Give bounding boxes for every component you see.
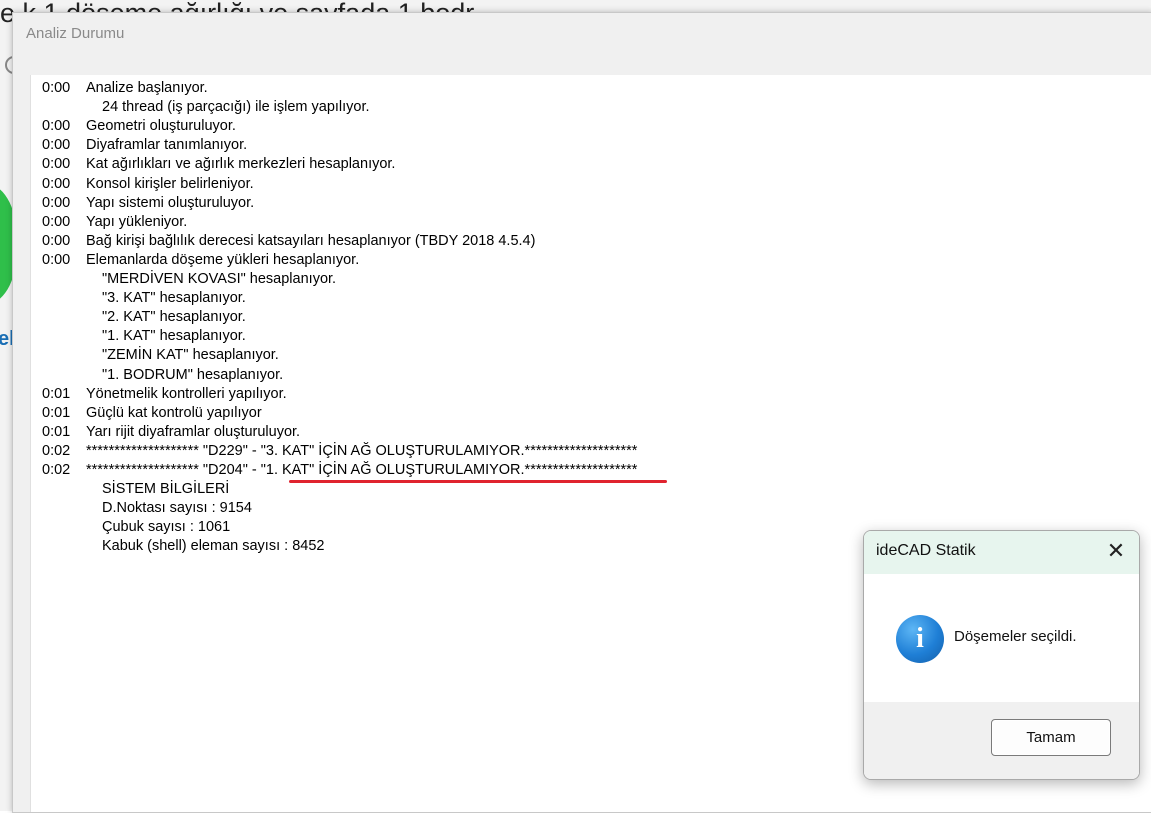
log-message: Yapı yükleniyor. [86, 213, 188, 230]
log-timestamp: 0:02 [42, 462, 71, 478]
dialog-titlebar: ideCAD Statik ✕ [864, 531, 1139, 574]
message-dialog: ideCAD Statik ✕ i Döşemeler seçildi. Tam… [863, 530, 1140, 780]
log-timestamp: 0:00 [42, 194, 71, 211]
log-message: "2. KAT" hesaplanıyor. [102, 309, 246, 326]
log-message: "ZEMİN KAT" hesaplanıyor. [102, 347, 279, 364]
log-timestamp: 0:00 [42, 175, 71, 192]
log-timestamp: 0:01 [42, 423, 71, 440]
log-message: Diyaframlar tanımlanıyor. [86, 137, 248, 154]
log-message: Konsol kirişler belirleniyor. [86, 175, 254, 192]
log-message: "1. BODRUM" hesaplanıyor. [102, 366, 284, 383]
log-message: Bağ kirişi bağlılık derecesi katsayıları… [86, 232, 536, 249]
log-message: Kat ağırlıkları ve ağırlık merkezleri he… [86, 156, 396, 173]
log-timestamp: 0:00 [42, 156, 71, 173]
dialog-message: Döşemeler seçildi. [954, 628, 1077, 645]
log-message: SİSTEM BİLGİLERİ [102, 481, 230, 498]
log-message: Yarı rijit diyaframlar oluşturuluyor. [86, 423, 301, 440]
log-timestamp: 0:00 [42, 137, 71, 154]
log-message: "1. KAT" hesaplanıyor. [102, 328, 246, 345]
log-message: Kabuk (shell) eleman sayısı : 8452 [102, 538, 325, 555]
log-message: Çubuk sayısı : 1061 [102, 519, 231, 536]
log-message: 24 thread (iş parçacığı) ile işlem yapıl… [102, 99, 370, 116]
info-icon: i [896, 615, 944, 663]
log-message: Elemanlarda döşeme yükleri hesaplanıyor. [86, 251, 360, 268]
log-message: ******************** "D229" - "3. KAT" İ… [86, 442, 638, 459]
log-message: Yönetmelik kontrolleri yapılıyor. [86, 385, 287, 402]
close-icon[interactable]: ✕ [1103, 539, 1129, 565]
log-timestamp: 0:01 [42, 385, 71, 402]
dialog-title: ideCAD Statik [876, 542, 976, 559]
log-timestamp: 0:00 [42, 80, 71, 96]
log-timestamp: 0:00 [42, 213, 71, 230]
window-title: Analiz Durumu [26, 25, 125, 42]
log-timestamp: 0:01 [42, 404, 71, 421]
log-timestamp: 0:00 [42, 251, 71, 268]
log-message: Geometri oluşturuluyor. [86, 118, 236, 135]
error-highlight-underline [289, 480, 667, 483]
log-message: "3. KAT" hesaplanıyor. [102, 290, 246, 307]
log-message: Yapı sistemi oluşturuluyor. [86, 194, 255, 211]
dialog-footer: Tamam [864, 702, 1139, 779]
log-timestamp: 0:02 [42, 442, 71, 459]
log-message: D.Noktası sayısı : 9154 [102, 500, 252, 517]
ok-button[interactable]: Tamam [991, 719, 1111, 756]
log-message: Analize başlanıyor. [86, 80, 208, 96]
log-timestamp: 0:00 [42, 118, 71, 135]
log-timestamp: 0:00 [42, 232, 71, 249]
log-message: "MERDİVEN KOVASI" hesaplanıyor. [102, 271, 337, 287]
log-message: Güçlü kat kontrolü yapılıyor [86, 404, 262, 421]
log-message: ******************** "D204" - "1. KAT" İ… [86, 462, 638, 478]
